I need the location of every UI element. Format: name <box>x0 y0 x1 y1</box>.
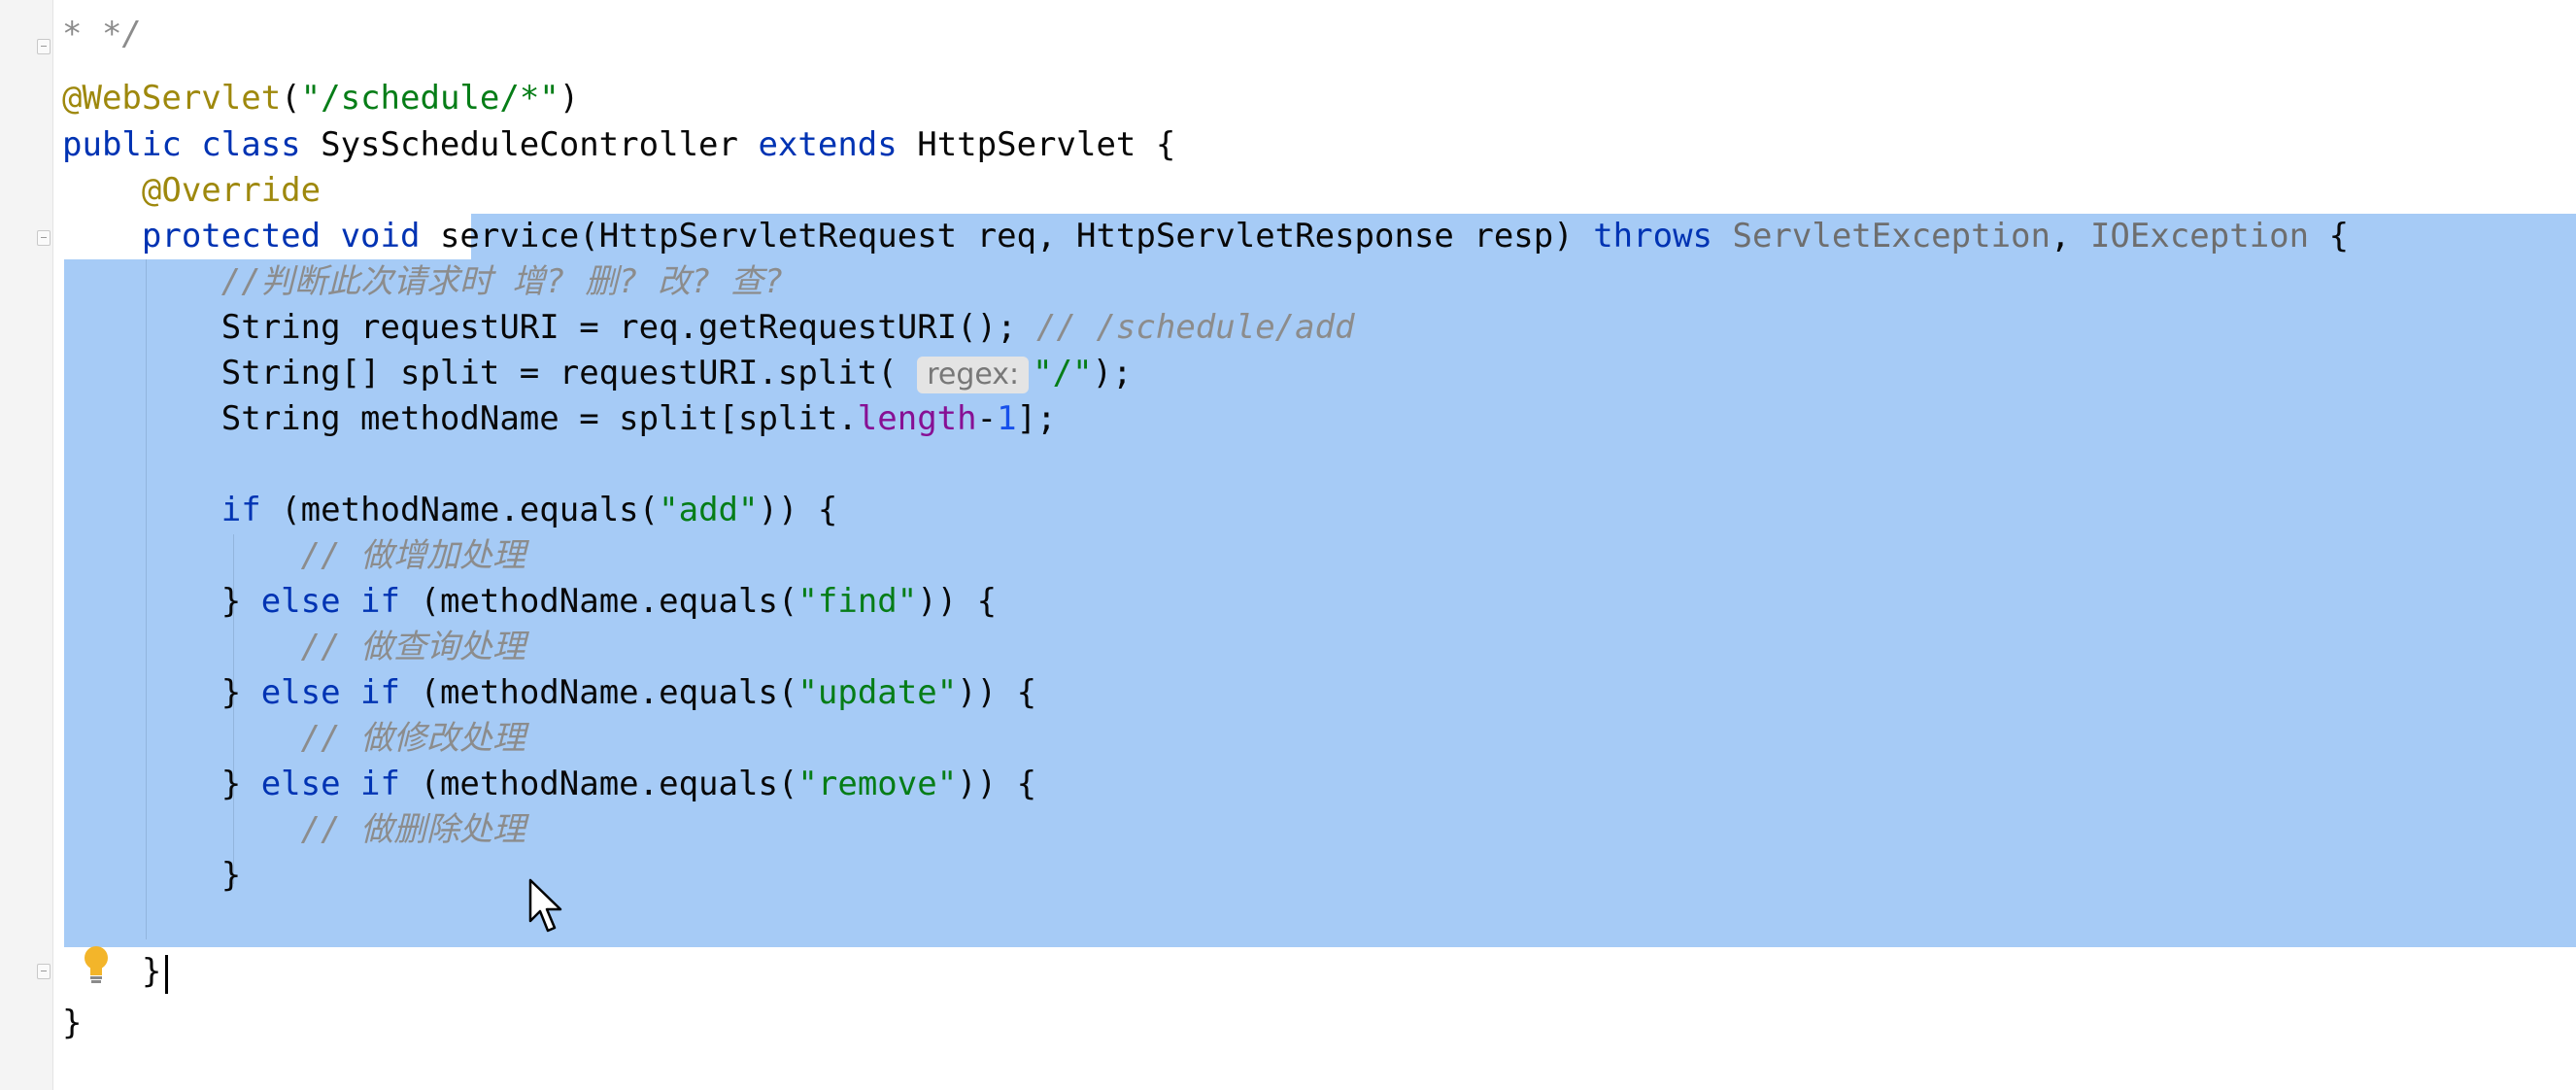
code-token: "find" <box>797 582 918 621</box>
lightbulb-icon[interactable] <box>82 944 111 985</box>
code-token: } <box>62 856 242 895</box>
code-token: } <box>62 952 162 991</box>
code-line[interactable]: @Override <box>62 168 321 214</box>
code-token: , <box>2051 217 2090 255</box>
code-line[interactable]: } else if (methodName.equals("update")) … <box>62 670 1036 716</box>
code-line[interactable]: // 做查询处理 <box>62 625 525 670</box>
code-token: throws <box>1593 217 1733 255</box>
code-token: )) { <box>917 582 998 621</box>
code-line[interactable]: if (methodName.equals("add")) { <box>62 488 838 533</box>
code-token: )) { <box>957 765 1037 803</box>
code-line[interactable]: String methodName = split[split.length-1… <box>62 396 1057 442</box>
code-token: // 做查询处理 <box>300 628 526 666</box>
code-token: //判断此次请求时 增? 删? 改? 查? <box>220 262 784 301</box>
code-token: } <box>62 765 261 803</box>
code-token: } <box>62 1004 83 1042</box>
code-token: String methodName = split[split. <box>62 399 858 438</box>
code-token: public class <box>62 125 322 164</box>
code-token: )) { <box>758 491 838 529</box>
code-token: 1 <box>997 399 1017 438</box>
code-token: String[] split = requestURI.split( <box>62 354 918 392</box>
code-token: ) <box>559 79 580 118</box>
code-token: protected void <box>141 217 440 255</box>
code-line[interactable]: } <box>62 853 241 899</box>
code-token: (methodName.equals( <box>420 673 798 712</box>
code-token: (methodName.equals( <box>420 765 798 803</box>
code-token: HttpServlet { <box>917 125 1176 164</box>
code-token: (methodName.equals( <box>420 582 798 621</box>
code-token: service(HttpServletRequest req, HttpServ… <box>439 217 1594 255</box>
code-token: } <box>62 673 261 712</box>
code-line[interactable]: } <box>62 949 161 995</box>
code-token: String requestURI = req.getRequestURI(); <box>62 308 1037 347</box>
code-line[interactable]: // 做删除处理 <box>62 807 525 853</box>
mouse-cursor-icon <box>528 878 562 933</box>
code-line[interactable]: @WebServlet("/schedule/*") <box>62 76 579 121</box>
code-token: length <box>857 399 977 438</box>
code-token: )) { <box>957 673 1037 712</box>
code-token: { <box>2309 217 2350 255</box>
code-token: - <box>976 399 998 438</box>
code-line[interactable]: public class SysScheduleController exten… <box>62 122 1175 168</box>
code-token: if <box>220 491 282 529</box>
code-token: (methodName.equals( <box>281 491 660 529</box>
code-token: // 做修改处理 <box>300 719 526 758</box>
code-token: * */ <box>62 15 142 53</box>
code-token: else if <box>260 582 421 621</box>
text-caret <box>165 955 168 994</box>
code-token: "/schedule/*" <box>300 79 559 118</box>
code-token: // 做增加处理 <box>300 536 526 575</box>
code-token: "update" <box>797 673 958 712</box>
code-token: ServletException <box>1732 217 2051 255</box>
code-line[interactable]: // 做增加处理 <box>62 533 525 579</box>
code-token: // 做删除处理 <box>300 810 526 849</box>
code-line[interactable]: } else if (methodName.equals("find")) { <box>62 579 997 625</box>
code-token: extends <box>758 125 918 164</box>
code-line[interactable]: * */ <box>62 12 142 57</box>
parameter-hint: regex: <box>917 357 1030 393</box>
fold-marker-icon[interactable] <box>37 39 51 54</box>
code-token: ]; <box>1016 399 1057 438</box>
code-line[interactable]: //判断此次请求时 增? 删? 改? 查? <box>62 259 784 305</box>
code-line[interactable]: protected void service(HttpServletReques… <box>62 214 2349 259</box>
code-line[interactable]: // 做修改处理 <box>62 716 525 762</box>
code-line[interactable]: String[] split = requestURI.split( regex… <box>62 351 1133 396</box>
code-token: @Override <box>141 171 322 210</box>
code-line[interactable]: } else if (methodName.equals("remove")) … <box>62 762 1036 807</box>
code-token: else if <box>260 673 421 712</box>
code-line[interactable]: } <box>62 1001 82 1046</box>
code-token: ( <box>281 79 301 118</box>
fold-marker-icon[interactable] <box>37 230 51 246</box>
code-token: ); <box>1092 354 1133 392</box>
code-line[interactable]: String requestURI = req.getRequestURI();… <box>62 305 1355 351</box>
fold-marker-icon[interactable] <box>37 964 51 979</box>
code-token: @WebServlet <box>62 79 282 118</box>
code-token: IOException <box>2089 217 2310 255</box>
code-token: else if <box>260 765 421 803</box>
code-token: "remove" <box>797 765 958 803</box>
code-token: "/" <box>1033 354 1093 392</box>
code-token: "add" <box>659 491 759 529</box>
editor-gutter <box>0 0 53 1090</box>
code-token: SysScheduleController <box>321 125 759 164</box>
code-token: } <box>62 582 261 621</box>
code-token: // /schedule/add <box>1036 308 1355 347</box>
